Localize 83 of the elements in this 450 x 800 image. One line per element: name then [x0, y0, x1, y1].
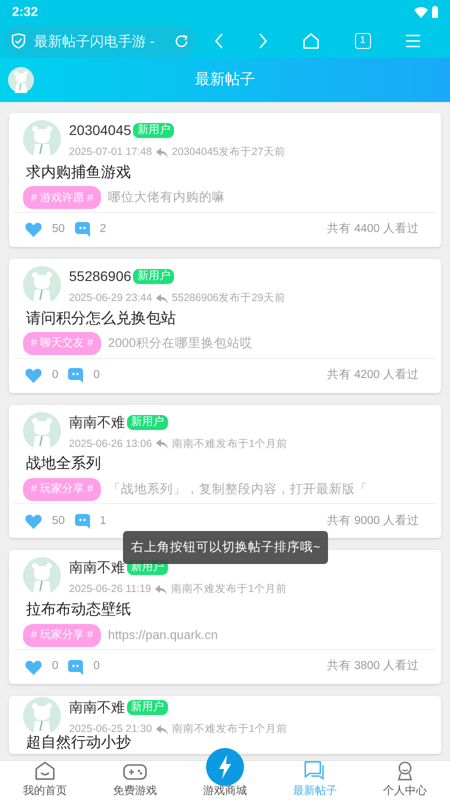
comment-count: 2: [100, 222, 106, 238]
new-user-badge: 新用户: [133, 123, 174, 138]
heart-icon[interactable]: [25, 222, 42, 238]
address-text: 最新帖子闪电手游 -: [34, 32, 156, 50]
comment-count: 1: [100, 514, 106, 529]
post-card[interactable]: 南南不难 新用户 2025-06-25 21:30 南南不难发布于1个月前 超自然行动小抄: [9, 696, 441, 754]
author-name: 南南不难: [69, 412, 125, 432]
profile-avatar-icon: [8, 67, 34, 93]
shield-icon: [11, 33, 26, 49]
toast: 右上角按钮可以切换帖子排序哦~: [123, 531, 328, 564]
reply-icon: [156, 148, 168, 158]
post-excerpt: 「战地系列」，复制整段内容，打开最新版「: [108, 480, 368, 498]
post-time: 2025-06-29 23:44: [69, 290, 152, 306]
heart-icon[interactable]: [25, 514, 42, 529]
nav-tab[interactable]: 免费游戏: [90, 761, 180, 800]
reload-icon[interactable]: [174, 34, 189, 48]
gamepad-icon: [123, 762, 147, 780]
post-excerpt: https://pan.quark.cn: [108, 626, 218, 644]
bolt-button-icon[interactable]: [206, 748, 244, 786]
heart-icon[interactable]: [25, 660, 42, 674]
reply-icon: [156, 439, 168, 450]
post-time: 2025-07-01 17:48: [69, 145, 152, 160]
post-time: 2025-06-26 11:19: [69, 582, 152, 598]
wifi-icon: [414, 6, 428, 18]
home-icon[interactable]: [302, 32, 320, 50]
new-user-badge: 新用户: [133, 268, 174, 284]
avatar-icon: [23, 412, 61, 450]
like-count: 0: [52, 368, 58, 383]
header-title: 最新帖子: [195, 70, 255, 90]
post-time: 2025-06-25 21:30: [69, 722, 152, 735]
view-count: 共有 3800 人看过: [327, 658, 419, 674]
comment-icon[interactable]: [68, 368, 84, 383]
author-name: 南南不难: [69, 698, 125, 717]
posted-info: 20304045发布于27天前: [172, 145, 286, 160]
reply-icon: [156, 724, 168, 735]
post-card[interactable]: 南南不难 新用户 2025-06-26 13:06 南南不难发布于1个月前 战地全系列 # 玩家分享 # 「战地系列」，复制整段内容，打开最新版「 50 1 共有 9000 人看过: [9, 404, 441, 538]
avatar-icon: [23, 120, 61, 158]
comment-icon[interactable]: [68, 660, 84, 674]
forward-icon[interactable]: [258, 32, 268, 50]
comment-icon[interactable]: [74, 222, 90, 238]
avatar-icon: [23, 697, 61, 735]
reply-icon: [155, 585, 168, 596]
post-title: 拉布布动态壁纸: [25, 600, 132, 620]
new-user-badge: 新用户: [127, 700, 168, 715]
comment-count: 0: [93, 659, 100, 674]
person-icon: [395, 761, 415, 780]
post-time: 2025-06-26 13:06: [69, 436, 152, 452]
home-icon: [34, 761, 56, 780]
post-excerpt: 2000积分在哪里换包站哎: [108, 335, 253, 352]
heart-icon[interactable]: [25, 368, 42, 383]
avatar-icon: [23, 266, 61, 304]
comment-count: 0: [93, 368, 100, 383]
post-title: 超自然行动小抄: [25, 732, 132, 753]
author-name: 南南不难: [69, 558, 125, 578]
like-count: 50: [52, 222, 65, 238]
post-title: 求内购捕鱼游戏: [25, 162, 132, 183]
menu-icon[interactable]: [404, 34, 421, 48]
view-count: 共有 9000 人看过: [327, 514, 419, 529]
reply-icon: [156, 294, 168, 304]
avatar-icon: [23, 557, 61, 596]
battery-icon: [432, 6, 438, 18]
like-count: 0: [52, 659, 58, 674]
nav-tab[interactable]: 我的首页: [0, 761, 90, 800]
posted-info: 南南不难发布于1个月前: [172, 722, 288, 737]
view-count: 共有 4400 人看过: [327, 222, 419, 238]
nav-tab[interactable]: 个人中心: [360, 761, 450, 800]
posted-info: 南南不难发布于1个月前: [171, 582, 287, 598]
author-name: 55286906: [69, 266, 132, 286]
post-card[interactable]: 20304045 新用户 2025-07-01 17:48 20304045发布于27天前 求内购捕鱼游戏 # 游戏许愿 # 哪位大佬有内购的嘛 50 2 共有 4400 人看过: [9, 113, 441, 247]
post-card[interactable]: 55286906 新用户 2025-06-29 23:44 55286906发布于29天前 请问积分怎么兑换包站 # 聊天交友 # 2000积分在哪里换包站哎 0 0 共有 4200 人看过: [9, 258, 441, 392]
posted-info: 南南不难发布于1个月前: [172, 436, 288, 452]
new-user-badge: 新用户: [127, 414, 168, 430]
back-icon[interactable]: [214, 32, 224, 50]
post-title: 请问积分怎么兑换包站: [25, 308, 177, 328]
post-title: 战地全系列: [25, 454, 102, 474]
like-count: 50: [52, 514, 65, 529]
author-name: 20304045: [69, 121, 132, 140]
comment-icon[interactable]: [74, 514, 90, 529]
nav-tab[interactable]: 游戏商城: [203, 782, 247, 799]
post-excerpt: 哪位大佬有内购的嘛: [108, 189, 225, 206]
status-time: 2:32: [12, 3, 38, 22]
view-count: 共有 4200 人看过: [327, 368, 419, 383]
posted-info: 55286906发布于29天前: [172, 290, 286, 306]
